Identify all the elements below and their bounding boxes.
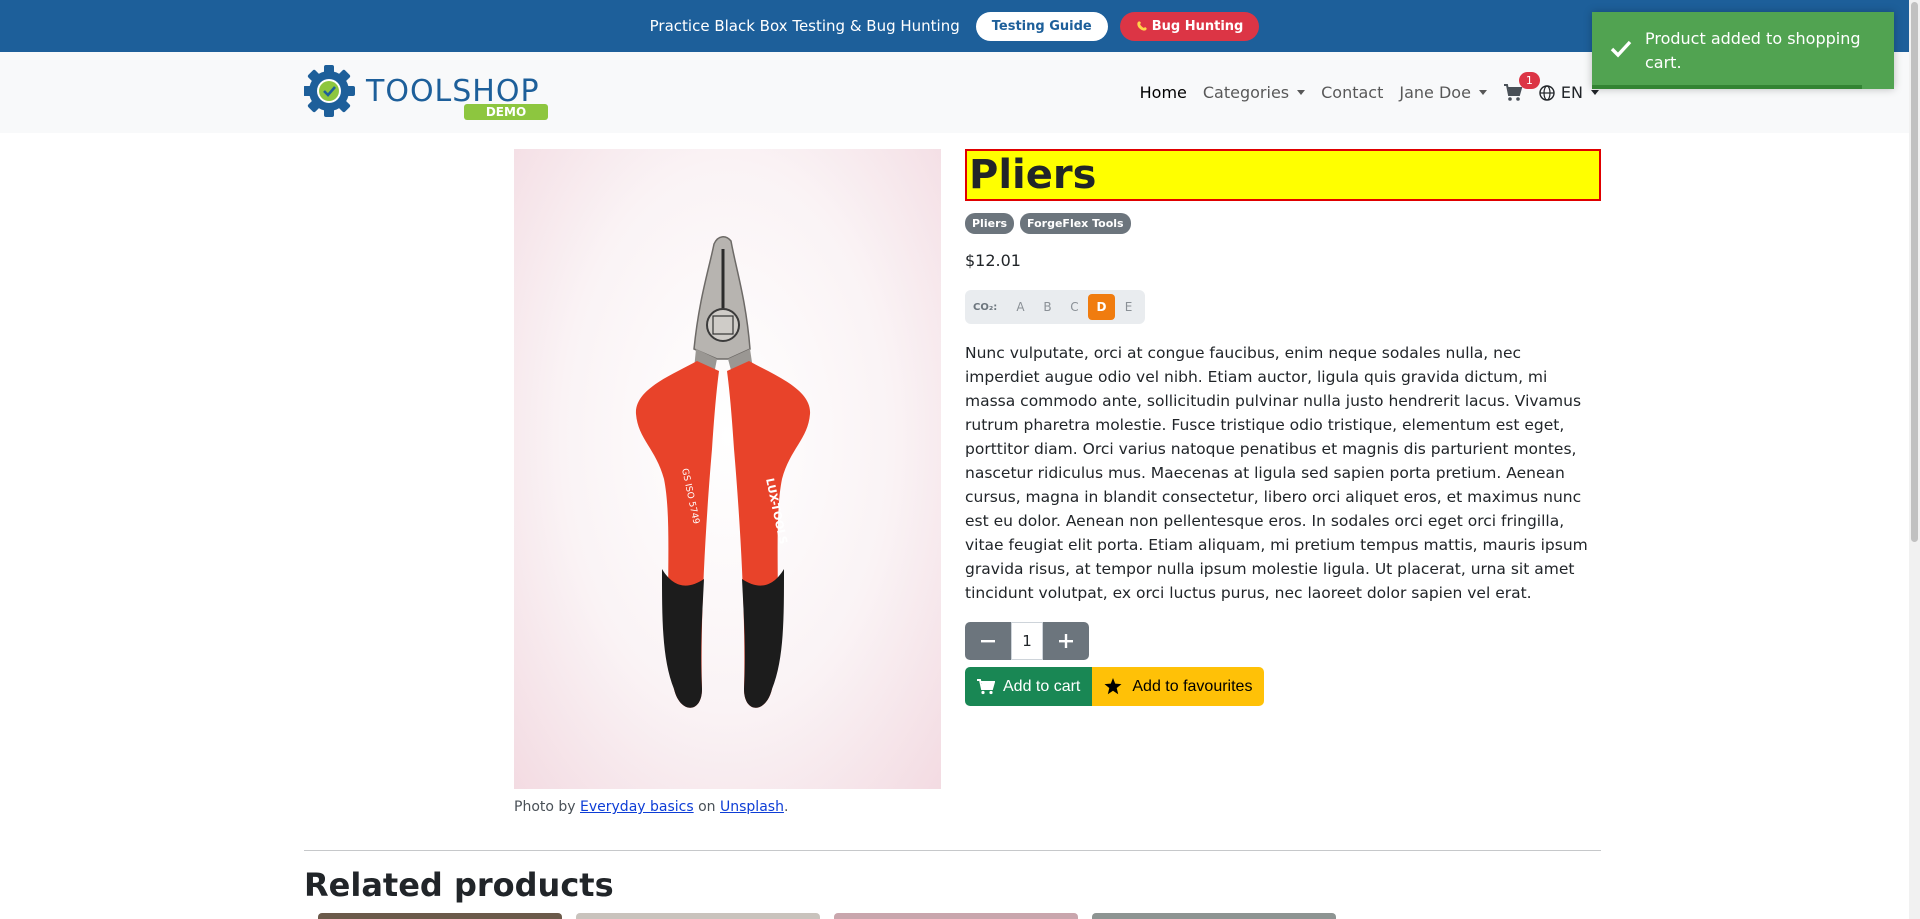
related-products-title: Related products xyxy=(304,866,614,904)
product-title: Pliers xyxy=(969,152,1097,198)
chevron-down-icon xyxy=(1591,90,1599,95)
add-to-favourites-button[interactable]: Add to favourites xyxy=(1092,667,1265,706)
nav-language-label: EN xyxy=(1560,83,1583,102)
product-actions: Add to cart Add to favourites xyxy=(965,667,1265,706)
logo-graphic: TOOLSHOP DEMO xyxy=(303,65,548,120)
toast-message: Product added to shopping cart. xyxy=(1645,29,1861,72)
star-icon xyxy=(1104,678,1122,695)
photo-credit-suffix: . xyxy=(783,799,789,815)
plus-icon xyxy=(1059,634,1073,648)
photo-credit-prefix: Photo by xyxy=(514,799,581,815)
page-scrollbar[interactable] xyxy=(1909,0,1920,919)
svg-text:DEMO: DEMO xyxy=(486,105,526,119)
product-image: LUX-TOOLS GS ISO 5749 xyxy=(514,149,941,789)
nav-cart[interactable]: 1 xyxy=(1503,71,1540,102)
co2-grade-e: E xyxy=(1124,300,1133,314)
quantity-input[interactable]: 1 xyxy=(1011,622,1043,660)
chevron-down-icon xyxy=(1478,90,1487,95)
related-product-card[interactable] xyxy=(1092,913,1336,919)
cart-icon xyxy=(977,678,995,694)
co2-grade-c: C xyxy=(1070,300,1079,314)
toolshop-logo[interactable]: TOOLSHOP DEMO xyxy=(303,64,554,120)
related-product-card[interactable] xyxy=(318,913,562,919)
bug-hunting-label: Bug Hunting xyxy=(1151,18,1244,34)
banner-text: Practice Black Box Testing & Bug Hunting xyxy=(649,17,960,35)
minus-icon xyxy=(981,640,995,643)
category-badge: Pliers xyxy=(965,213,1015,234)
svg-text:TOOLSHOP: TOOLSHOP xyxy=(365,74,540,109)
photo-credit: Photo by Everyday basics on Unsplash. xyxy=(514,799,788,815)
co2-grade-b: B xyxy=(1043,300,1052,314)
nav-links: Home Categories Contact Jane Doe 1 EN xyxy=(1140,52,1599,133)
related-product-card[interactable] xyxy=(834,913,1078,919)
increase-quantity-button[interactable] xyxy=(1043,622,1089,660)
co2-grade-a: A xyxy=(1016,300,1025,314)
nav-categories[interactable]: Categories xyxy=(1202,83,1306,102)
toast-progress-bar xyxy=(1592,85,1862,89)
add-to-favourites-label: Add to favourites xyxy=(1132,677,1253,695)
related-products-list xyxy=(318,913,1336,919)
co2-label: CO₂: xyxy=(973,301,998,313)
nav-user-menu[interactable]: Jane Doe xyxy=(1399,83,1487,102)
nav-user-label: Jane Doe xyxy=(1399,83,1471,102)
photo-site-link[interactable]: Unsplash xyxy=(720,799,784,815)
decrease-quantity-button[interactable] xyxy=(965,622,1011,660)
product-description: Nunc vulputate, orci at congue faucibus,… xyxy=(965,344,1588,602)
nav-home[interactable]: Home xyxy=(1140,83,1187,102)
nav-contact[interactable]: Contact xyxy=(1321,83,1383,102)
quantity-stepper: 1 xyxy=(965,622,1089,660)
pliers-image: LUX-TOOLS GS ISO 5749 xyxy=(635,236,811,708)
check-icon xyxy=(1610,40,1632,58)
chevron-down-icon xyxy=(1297,90,1306,95)
add-to-cart-label: Add to cart xyxy=(1003,677,1081,695)
cart-count-badge: 1 xyxy=(1518,71,1540,89)
cart-icon xyxy=(1503,83,1523,101)
globe-icon xyxy=(1539,84,1555,101)
section-divider xyxy=(304,850,1601,851)
add-to-cart-button[interactable]: Add to cart xyxy=(965,667,1093,706)
bug-icon xyxy=(1137,21,1147,31)
product-badges: Pliers ForgeFlex Tools xyxy=(965,213,1131,234)
brand-badge: ForgeFlex Tools xyxy=(1020,213,1131,234)
toast-notification[interactable]: Product added to shopping cart. xyxy=(1592,12,1894,89)
photo-author-link[interactable]: Everyday basics xyxy=(580,799,694,815)
scrollbar-thumb[interactable] xyxy=(1911,2,1918,542)
nav-language[interactable]: EN xyxy=(1539,83,1599,102)
co2-grade-d: D xyxy=(1088,294,1115,320)
product-title-box: Pliers xyxy=(965,149,1601,201)
product-price: $12.01 xyxy=(965,251,1021,270)
co2-rating: CO₂: A B C D E xyxy=(965,290,1145,324)
testing-guide-button[interactable]: Testing Guide xyxy=(975,11,1108,41)
photo-credit-middle: on xyxy=(693,799,720,815)
related-product-card[interactable] xyxy=(576,913,820,919)
nav-categories-label: Categories xyxy=(1202,83,1290,102)
bug-hunting-button[interactable]: Bug Hunting xyxy=(1119,11,1260,41)
